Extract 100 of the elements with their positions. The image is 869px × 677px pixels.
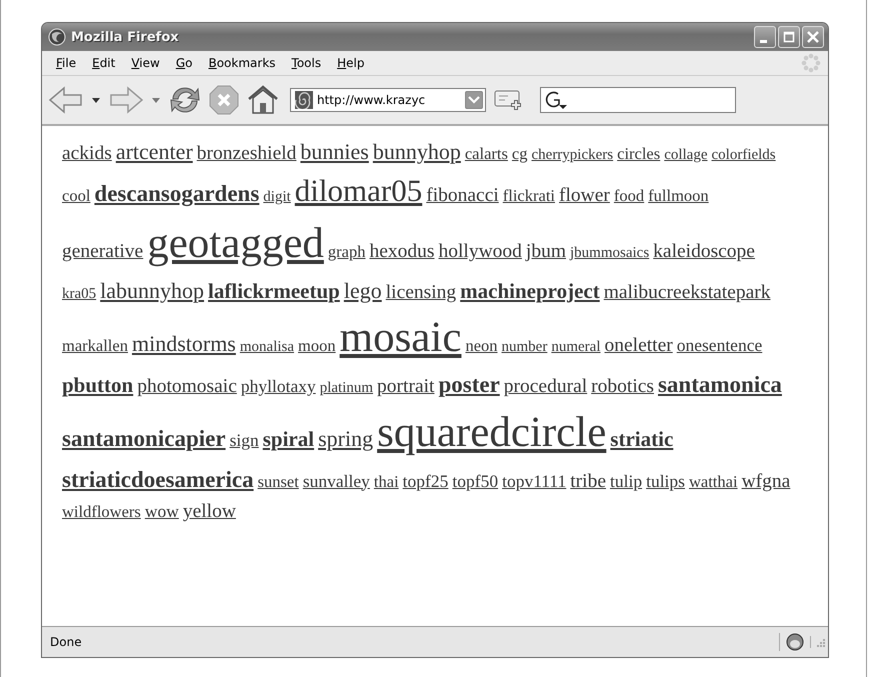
tag-link[interactable]: tulips [646,470,685,492]
tag-link[interactable]: flickrati [502,186,555,207]
tag-link[interactable]: yellow [182,500,236,525]
tag-link[interactable]: procedural [504,375,588,400]
tag-link[interactable]: dilomar05 [294,172,422,212]
tag-link[interactable]: cool [62,186,90,207]
menu-item[interactable]: Tools [284,56,330,70]
address-field[interactable]: http://www.krazyc [290,88,486,112]
tag-link[interactable]: graph [328,242,366,263]
tag-link[interactable]: sign [230,430,259,452]
minimize-button[interactable] [754,26,776,48]
home-button[interactable] [246,84,280,116]
tag-link[interactable]: fullmoon [648,186,709,207]
tag-link[interactable]: hexodus [369,240,434,264]
menu-item[interactable]: View [123,56,168,70]
tag-link[interactable]: photomosaic [137,375,237,400]
status-icon [786,633,804,651]
tag-link[interactable]: watthai [688,472,738,492]
tag-link[interactable]: geotagged [147,217,324,271]
tag-link[interactable]: bronzeshield [196,142,296,166]
tag-link[interactable]: santamonicapier [62,424,226,454]
tag-link[interactable]: collage [664,146,708,165]
tag-link[interactable]: pbutton [62,372,134,398]
tag-link[interactable]: wfgna [742,470,790,494]
forward-button[interactable] [108,85,144,115]
tag-link[interactable]: phyllotaxy [240,376,316,398]
tag-link[interactable]: mosaic [340,311,462,365]
stop-button[interactable] [208,84,240,116]
menu-item[interactable]: Edit [84,56,124,70]
tag-link[interactable]: calarts [464,144,508,165]
caret-icon[interactable] [92,98,100,102]
tag-link[interactable]: labunnyhop [100,276,204,304]
tag-link[interactable]: kra05 [62,284,96,304]
chevron-icon [468,96,480,104]
close-icon [806,30,820,44]
tag-link[interactable]: mindstorms [132,330,236,358]
tag-link[interactable]: artcenter [116,138,193,166]
tag-link[interactable]: wildflowers [62,502,141,523]
menu-item[interactable]: Bookmarks [200,56,284,70]
search-field[interactable] [540,87,736,113]
tag-link[interactable]: jbum [526,240,566,264]
tag-link[interactable]: licensing [386,280,456,306]
tag-link[interactable]: neon [465,336,498,357]
tag-link[interactable]: spiral [262,426,314,452]
tag-link[interactable]: striaticdoesamerica [62,466,254,494]
menu-item[interactable]: Go [168,56,200,70]
tag-link[interactable]: numeral [551,338,600,357]
tag-link[interactable]: santamonica [658,371,782,400]
tag-link[interactable]: digit [263,188,291,208]
tag-link[interactable]: striatic [610,426,674,452]
tag-link[interactable]: fibonacci [426,184,499,209]
tag-link[interactable]: descansogardens [94,180,260,210]
tag-link[interactable]: laflickrmeetup [208,278,340,304]
close-button[interactable] [802,26,824,48]
tag-link[interactable]: topf25 [402,470,448,492]
tag-link[interactable]: spring [318,424,374,452]
tag-link[interactable]: number [502,338,548,357]
tag-link[interactable]: moon [298,336,336,357]
maximize-button[interactable] [778,26,800,48]
tag-link[interactable]: tulip [610,470,642,492]
status-text: Done [50,635,82,649]
tag-link[interactable]: platinum [320,379,374,398]
tag-link[interactable]: circles [617,144,660,165]
search-engine-icon[interactable] [545,90,567,110]
tag-link[interactable]: machineproject [460,278,600,304]
tag-link[interactable]: jbummosaics [570,244,650,263]
tag-link[interactable]: cherrypickers [532,146,614,165]
tag-link[interactable]: flower [559,184,610,209]
tag-link[interactable]: topv1111 [502,470,566,492]
tag-link[interactable]: sunset [258,472,299,492]
resize-grip-icon[interactable] [810,636,826,648]
tag-link[interactable]: poster [438,371,500,400]
tag-link[interactable]: ackids [62,142,112,166]
tag-link[interactable]: monalisa [240,338,294,357]
tag-link[interactable]: generative [62,240,144,264]
tag-link[interactable]: bunnies [300,138,369,166]
tag-link[interactable]: tribe [570,470,606,494]
tag-link[interactable]: squaredcircle [377,406,606,460]
tag-link[interactable]: robotics [591,375,654,400]
dropdown-button[interactable] [465,91,483,109]
tag-link[interactable]: hollywood [438,240,522,264]
tag-link[interactable]: colorfields [712,146,776,165]
tag-link[interactable]: food [614,186,644,207]
tag-link[interactable]: markallen [62,336,128,357]
maximize-icon [783,31,795,43]
tag-link[interactable]: kaleidoscope [653,240,755,264]
tag-link[interactable]: sunvalley [302,470,370,492]
back-button[interactable] [48,85,84,115]
tag-link[interactable]: cg [512,144,528,165]
tag-link[interactable]: thai [374,472,399,492]
tag-link[interactable]: onesentence [676,335,762,358]
tag-link[interactable]: wow [144,501,179,524]
tag-link[interactable]: malibucreekstatepark [604,280,770,306]
tag-link[interactable]: lego [344,276,382,304]
menu-item[interactable]: Help [329,56,372,70]
tag-link[interactable]: topf50 [452,470,498,492]
tag-link[interactable]: bunnyhop [372,138,461,166]
tag-link[interactable]: oneletter [604,334,673,359]
menu-item[interactable]: File [48,56,84,70]
tag-link[interactable]: portrait [377,375,434,400]
